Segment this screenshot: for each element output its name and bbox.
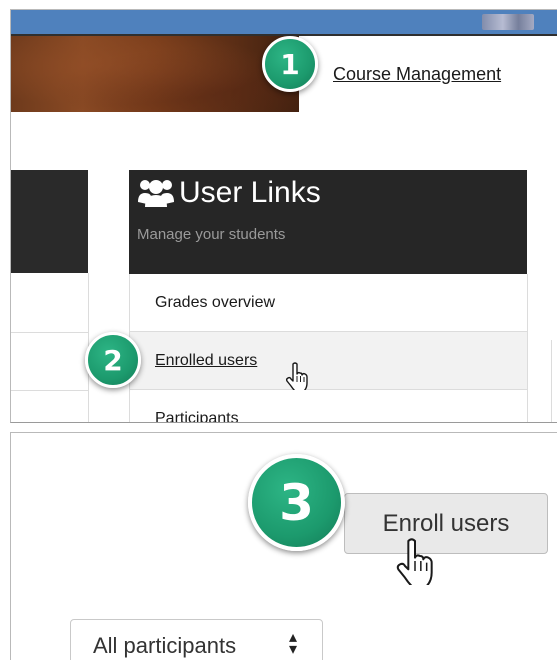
users-icon xyxy=(138,180,174,207)
list-item-label: Enrolled users xyxy=(155,352,258,369)
list-item-enrolled-users[interactable]: Enrolled users xyxy=(130,332,527,390)
course-management-link[interactable]: Course Management xyxy=(333,64,501,85)
participants-filter-select[interactable]: All participants ▴ ▾ xyxy=(70,619,323,660)
top-navigation-bar xyxy=(11,10,557,34)
block-title-row: User Links xyxy=(137,176,321,210)
user-avatar[interactable] xyxy=(482,14,534,30)
step-badge-1: 1 xyxy=(262,36,318,92)
list-item-grades-overview[interactable]: Grades overview xyxy=(130,274,527,332)
list-item-label: Grades overview xyxy=(155,294,276,311)
step-badge-2: 2 xyxy=(85,332,141,388)
divider xyxy=(11,332,88,333)
tutorial-screenshot: Course Management User Links Manage your… xyxy=(0,0,557,660)
block-title: User Links xyxy=(179,176,321,209)
list-item-label: Participants xyxy=(155,410,239,423)
sort-caret-icon: ▴ ▾ xyxy=(289,629,298,658)
select-value: All participants xyxy=(93,633,237,658)
user-links-list: Grades overview Enrolled users Participa… xyxy=(129,274,528,423)
course-banner-image xyxy=(11,36,299,112)
divider xyxy=(551,340,557,422)
enroll-users-button[interactable]: Enroll users xyxy=(344,493,548,554)
left-block-header xyxy=(11,170,88,273)
list-item-participants[interactable]: Participants xyxy=(130,390,527,423)
block-subtitle: Manage your students xyxy=(137,226,286,243)
step-badge-3: 3 xyxy=(248,454,345,551)
hand-pointer-icon xyxy=(285,362,308,390)
user-links-block-header: User Links Manage your students xyxy=(129,170,527,274)
divider xyxy=(11,390,88,391)
hand-pointer-icon xyxy=(396,538,433,585)
